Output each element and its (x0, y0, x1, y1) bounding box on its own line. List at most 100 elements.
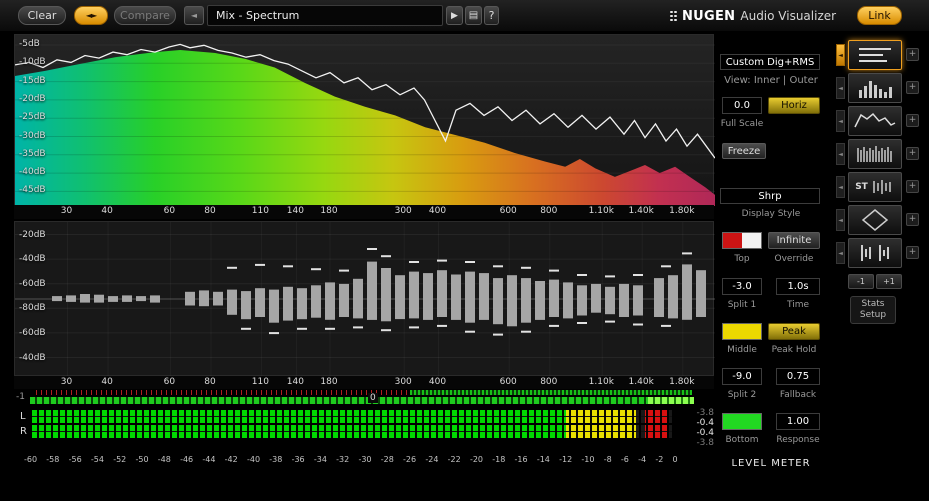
meter-readout: -0.4 (696, 428, 714, 438)
preset-tab-icon[interactable]: ◄ (836, 77, 845, 99)
freq-label: 400 (428, 206, 447, 216)
plus-one-button[interactable]: +1 (876, 274, 902, 289)
add-view-icon[interactable]: + (906, 114, 919, 127)
add-view-icon[interactable]: + (906, 246, 919, 259)
help-button[interactable]: ? (484, 6, 499, 25)
histogram-display: -20dB -40dB -60dB -80dB -60dB -40dB (14, 221, 715, 377)
control-panel: Custom Dig+RMS View: Inner | Outer 0.0 H… (718, 34, 824, 474)
stats-setup-line2: Setup (859, 310, 887, 320)
freq-label: 180 (320, 377, 338, 387)
add-view-icon[interactable]: + (906, 147, 919, 160)
diamond-icon (861, 209, 889, 231)
time-label: Time (786, 300, 810, 310)
freq-label: 1.10k (588, 377, 614, 387)
preset-tab-icon[interactable]: ◄ (836, 44, 845, 66)
toolbar: Clear ◄► Compare ◄ Mix - Spectrum ▶ ▤ ? … (0, 0, 929, 32)
middle-label: Middle (727, 345, 757, 355)
right-level-meter (32, 425, 672, 438)
nugen-visualizer-window: Clear ◄► Compare ◄ Mix - Spectrum ▶ ▤ ? … (0, 0, 929, 501)
add-view-icon[interactable]: + (906, 213, 919, 226)
nugen-logo: NUGEN Audio Visualizer (670, 7, 836, 25)
spectrum-display: -5dB -10dB -15dB -20dB -25dB -30dB -35dB -40dB -… (14, 34, 715, 206)
histogram-db-label: -60dB (19, 327, 46, 338)
preset-button-spectrum[interactable] (848, 106, 902, 136)
level-meter-title: LEVEL METER (731, 458, 811, 469)
preset-slot-7: ◄ + (836, 238, 928, 268)
meter-scale-label: -26 (403, 455, 417, 464)
freq-label: 600 (499, 377, 517, 387)
preset-tab-icon[interactable]: ◄ (836, 242, 845, 264)
meter-scale-label: -22 (447, 455, 461, 464)
meter-scale-label: -58 (46, 455, 60, 464)
minus-one-button[interactable]: -1 (848, 274, 874, 289)
infinite-button[interactable]: Infinite (768, 232, 820, 249)
spectrum-db-label: -30dB (19, 130, 46, 141)
freeze-button[interactable]: Freeze (722, 143, 766, 159)
freq-label: 300 (394, 377, 412, 387)
split1-label: Split 1 (727, 300, 757, 310)
freq-label: 40 (101, 206, 113, 216)
preset-button-mini-meters[interactable] (848, 238, 902, 268)
freq-label: 400 (428, 377, 447, 387)
peak-button[interactable]: Peak (768, 323, 820, 340)
freq-label: 110 (251, 377, 269, 387)
swap-arrows-button[interactable]: ◄► (74, 6, 108, 25)
prev-preset-button[interactable]: ◄ (184, 6, 204, 25)
stats-setup-line1: Stats (861, 299, 885, 309)
preset-button-level-list[interactable] (848, 40, 902, 70)
full-scale-field[interactable]: 0.0 (722, 97, 762, 114)
split2-field[interactable]: -9.0 (722, 368, 762, 385)
top-color-swatch[interactable] (722, 232, 762, 249)
preset-tab-icon[interactable]: ◄ (836, 143, 845, 165)
preset-select[interactable]: Mix - Spectrum (207, 5, 443, 26)
top-label: Top (734, 254, 750, 264)
add-view-icon[interactable]: + (906, 48, 919, 61)
stats-setup-button[interactable]: Stats Setup (850, 296, 896, 324)
horiz-button[interactable]: Horiz (768, 97, 820, 114)
freq-label: 60 (163, 206, 176, 216)
right-channel-label: R (20, 426, 27, 437)
add-view-icon[interactable]: + (906, 180, 919, 193)
link-button[interactable]: Link (857, 6, 902, 25)
fallback-field[interactable]: 0.75 (776, 368, 820, 385)
preset-tab-icon[interactable]: ◄ (836, 110, 845, 132)
meter-scale-label: 0 (672, 455, 678, 464)
freq-label: 80 (204, 377, 216, 387)
display-style-label: Display Style (741, 209, 801, 219)
time-field[interactable]: 1.0s (776, 278, 820, 295)
meter-readout: -3.8 (696, 408, 714, 418)
meter-scale-label: -42 (224, 455, 238, 464)
meter-scale-label: -28 (380, 455, 394, 464)
preset-button-spectrogram[interactable] (848, 139, 902, 169)
preset-select-value: Mix - Spectrum (216, 9, 300, 22)
meter-readout: -3.8 (696, 438, 714, 448)
preset-slot-1: ◄ + (836, 40, 928, 70)
response-field[interactable]: 1.00 (776, 413, 820, 430)
middle-color-swatch[interactable] (722, 323, 762, 340)
histogram-db-label: -80dB (19, 303, 46, 314)
meter-scale-label: -44 (202, 455, 216, 464)
preset-button-vectorscope[interactable] (848, 205, 902, 235)
meter-scale-label: -34 (313, 455, 327, 464)
compare-button[interactable]: Compare (114, 6, 176, 25)
preset-list-icon[interactable]: ▤ (465, 6, 482, 25)
preset-tab-icon[interactable]: ◄ (836, 209, 845, 231)
meter-scale-label: -18 (492, 455, 506, 464)
add-view-icon[interactable]: + (906, 81, 919, 94)
preset-button-stereo[interactable]: ST (848, 172, 902, 202)
bottom-label: Bottom (725, 435, 759, 445)
meter-mode-select[interactable]: Custom Dig+RMS (720, 54, 820, 70)
play-icon[interactable]: ▶ (446, 6, 463, 25)
meter-scale-label: -52 (113, 455, 127, 464)
spectrum-db-label: -15dB (19, 75, 46, 86)
display-style-select[interactable]: Shrp (720, 188, 820, 204)
preset-button-histogram[interactable] (848, 73, 902, 103)
freq-label: 30 (60, 206, 73, 216)
preset-tab-icon[interactable]: ◄ (836, 176, 845, 198)
logo-subtitle: Audio Visualizer (740, 9, 837, 23)
split1-field[interactable]: -3.0 (722, 278, 762, 295)
spectrum-db-label: -10dB (19, 57, 46, 68)
histogram-db-label: -60dB (19, 278, 46, 289)
clear-button[interactable]: Clear (18, 6, 66, 25)
bottom-color-swatch[interactable] (722, 413, 762, 430)
